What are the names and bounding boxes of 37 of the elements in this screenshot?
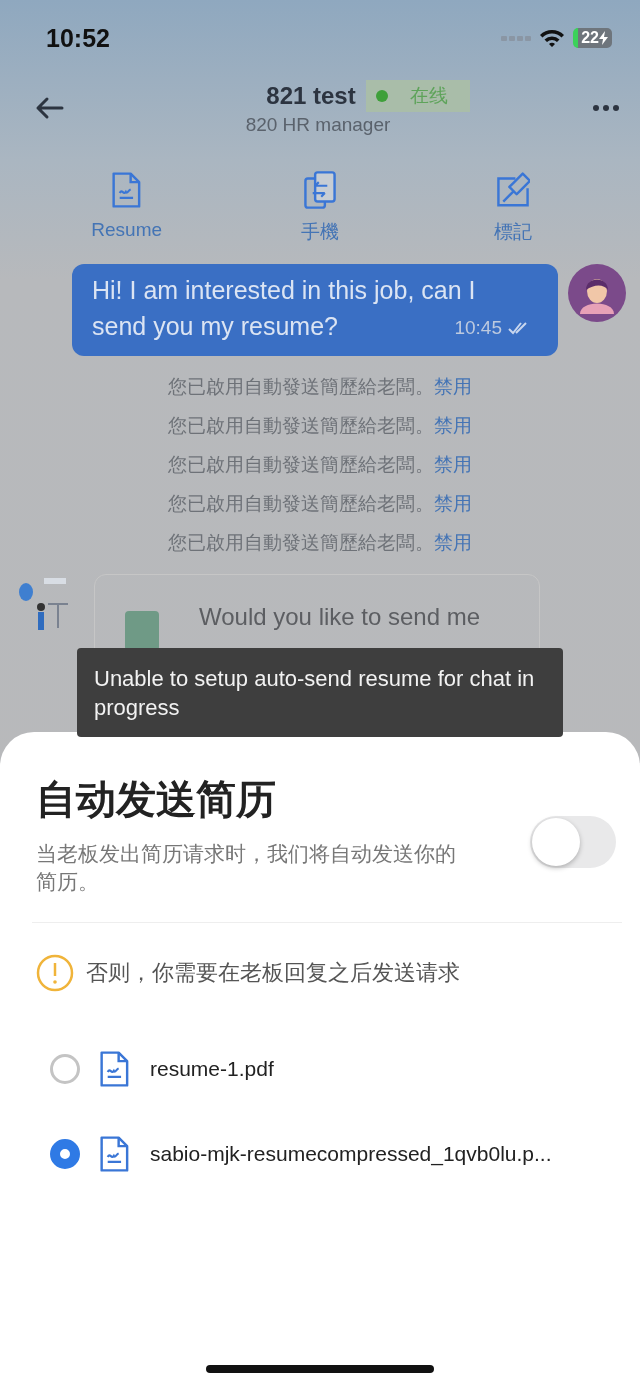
disable-link[interactable]: 禁用 (434, 376, 472, 398)
pin-note-icon (496, 171, 531, 209)
wifi-icon (539, 28, 566, 48)
warning-icon (36, 954, 74, 992)
disable-link[interactable]: 禁用 (434, 454, 472, 476)
toggle-switch[interactable] (530, 816, 616, 868)
back-icon[interactable] (34, 96, 64, 120)
signal-icon (501, 34, 532, 42)
file-name[interactable]: resume-1.pdf (150, 1057, 274, 1081)
contact-name: 821 test (266, 82, 356, 110)
warning-text: 否则，你需要在老板回复之后发送请求 (86, 959, 460, 987)
system-notice: 您已啟用自動發送簡歷給老闆。 (168, 493, 434, 515)
system-notice: 您已啟用自動發送簡歷給老闆。 (168, 415, 434, 437)
system-notice: 您已啟用自動發送簡歷給老闆。 (168, 376, 434, 398)
radio-button[interactable] (50, 1054, 80, 1084)
status-time: 10:52 (46, 23, 110, 53)
disable-link[interactable]: 禁用 (434, 532, 472, 554)
more-icon[interactable] (592, 104, 620, 112)
contact-role: 820 HR manager (245, 114, 391, 136)
disable-link[interactable]: 禁用 (434, 415, 472, 437)
disable-link[interactable]: 禁用 (434, 493, 472, 515)
online-status: 在线 (365, 80, 470, 112)
charging-icon (599, 31, 608, 45)
file-name[interactable]: sabio-mjk-resumecompressed_1qvb0lu.p... (150, 1142, 552, 1166)
radio-button[interactable] (50, 1139, 80, 1169)
action-button[interactable]: 手機 (260, 171, 380, 246)
message-bubble: Hi! I am interested in this job, can I send you my resume? 10:45 (72, 264, 558, 356)
sheet-title: 自动发送简历 (36, 776, 277, 823)
toast-message: Unable to setup auto-send resume for chat in progress (77, 648, 563, 737)
sheet-description: 当老板发出简历请求时，我们将自动发送你的简历。 (36, 841, 457, 895)
battery-indicator: 22 (573, 28, 612, 48)
action-button[interactable]: Resume (66, 171, 187, 246)
action-button[interactable]: 標記 (453, 171, 574, 246)
system-notice: 您已啟用自動發送簡歷給老闆。 (168, 532, 434, 554)
avatar (568, 264, 626, 322)
phone-swap-icon (303, 171, 337, 209)
system-notice: 您已啟用自動發送簡歷給老闆。 (168, 454, 434, 476)
